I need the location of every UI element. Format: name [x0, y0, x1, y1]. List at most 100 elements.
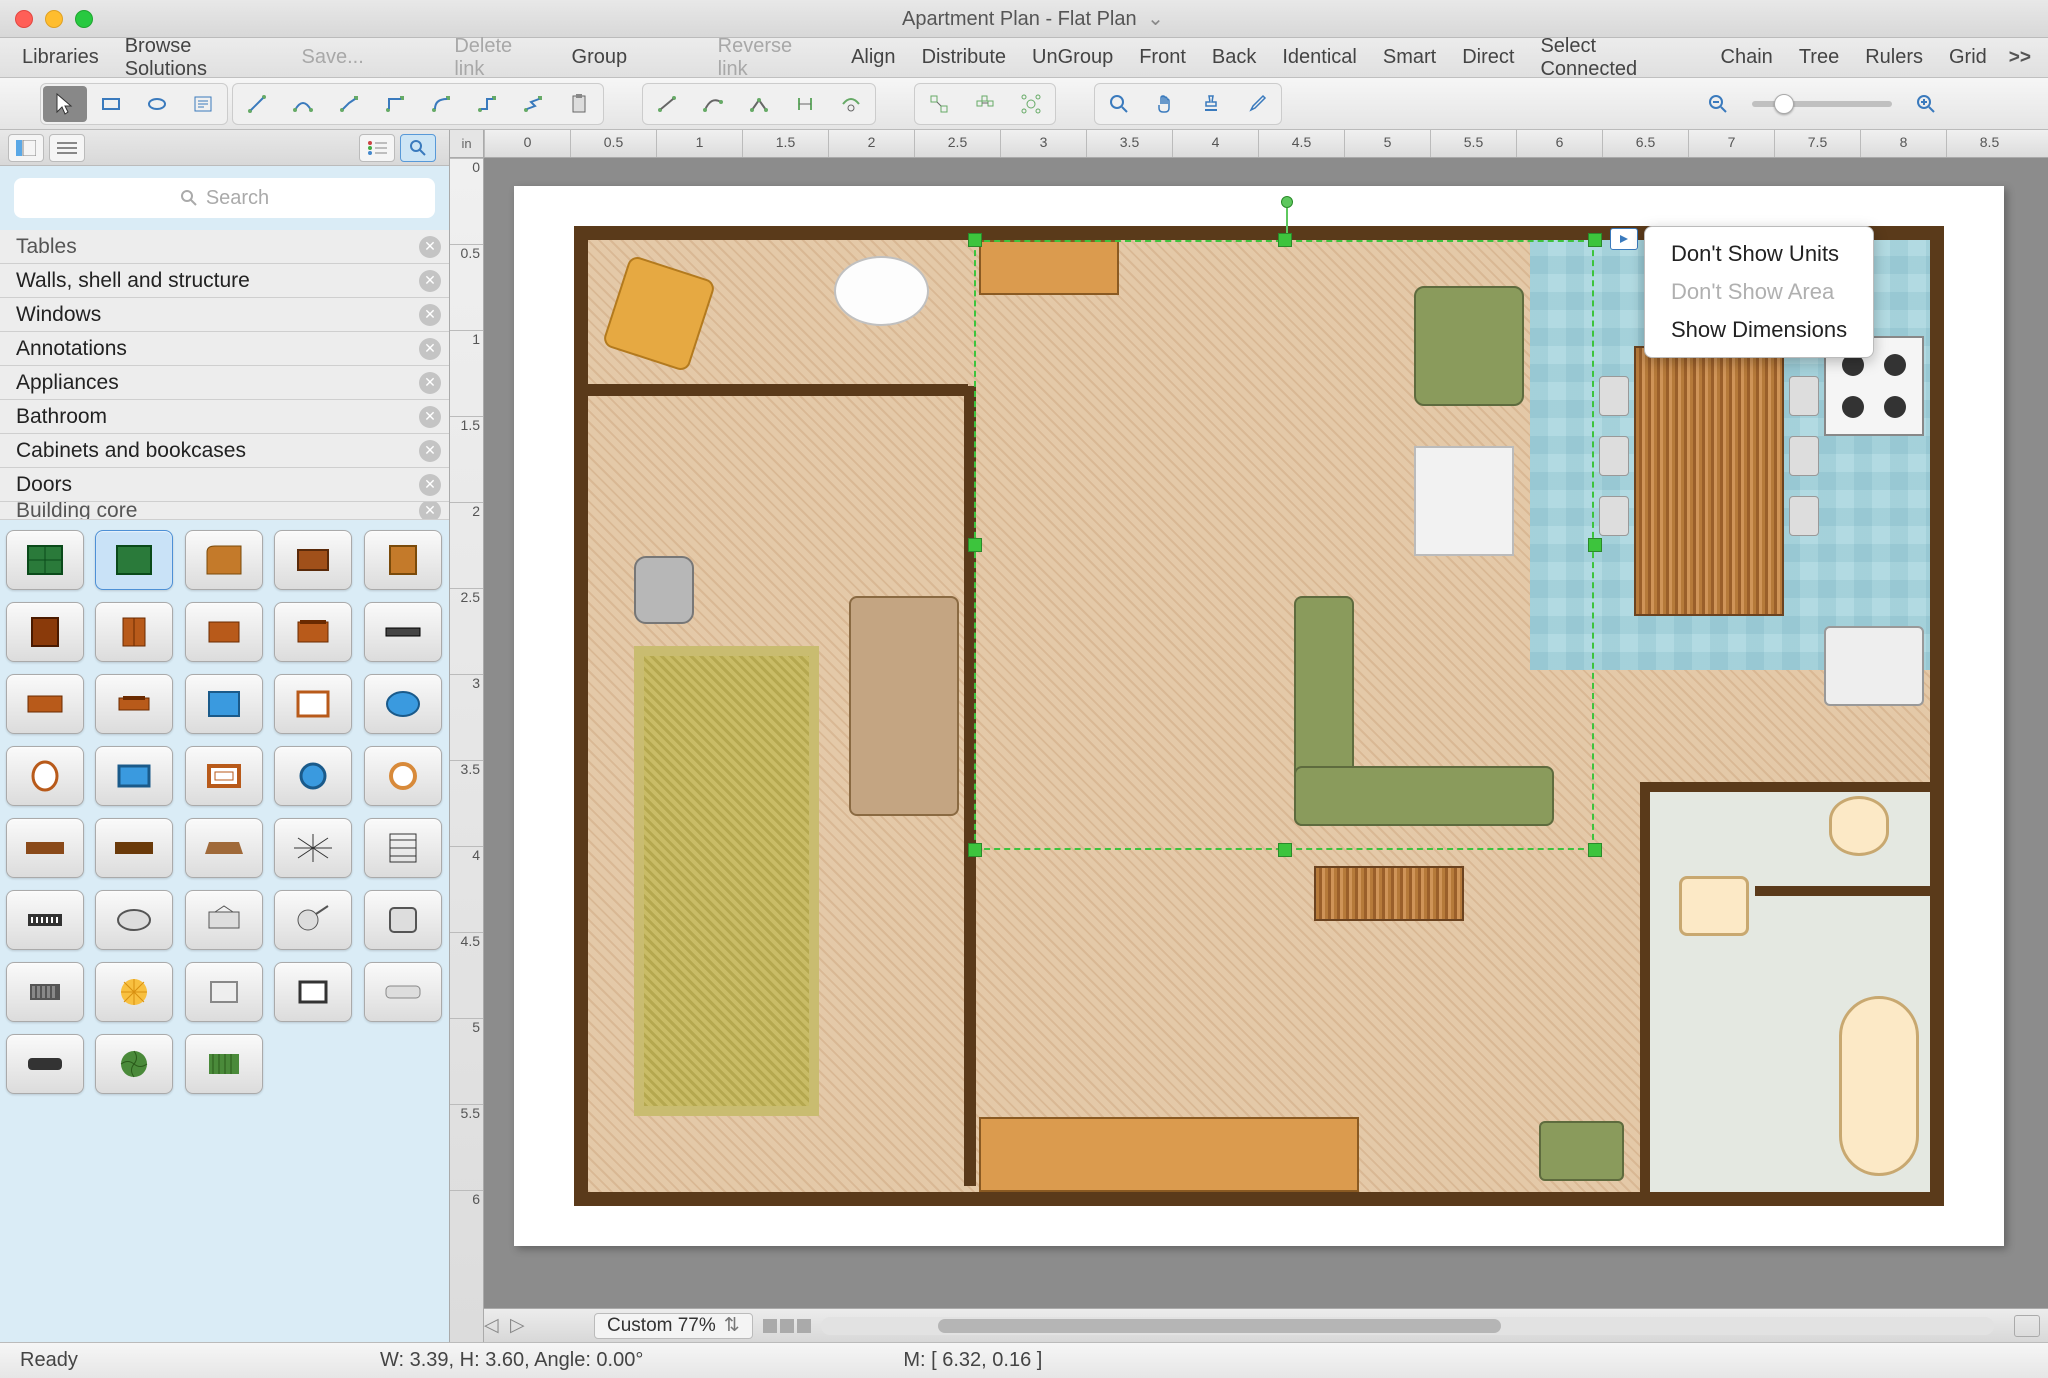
connector-tool-3[interactable] [419, 86, 463, 122]
page-thumb[interactable] [780, 1319, 794, 1333]
category-item[interactable]: Tables✕ [0, 230, 449, 264]
shape-palette-item[interactable] [185, 962, 263, 1022]
category-item[interactable]: Walls, shell and structure✕ [0, 264, 449, 298]
shape-palette-item[interactable] [274, 602, 352, 662]
category-close-icon[interactable]: ✕ [419, 502, 441, 520]
menu-show-dimensions[interactable]: Show Dimensions [1645, 311, 1873, 349]
category-close-icon[interactable]: ✕ [419, 372, 441, 394]
connector-tool-1[interactable] [327, 86, 371, 122]
shape-palette-item[interactable] [185, 530, 263, 590]
menu-identical[interactable]: Identical [1272, 42, 1367, 73]
menu-delete-link[interactable]: Delete link [444, 31, 555, 85]
layout-tool-1[interactable] [917, 86, 961, 122]
menu-chain[interactable]: Chain [1711, 42, 1783, 73]
shape-palette-item[interactable] [95, 1034, 173, 1094]
arc-tool[interactable] [281, 86, 325, 122]
text-tool[interactable] [181, 86, 225, 122]
category-close-icon[interactable]: ✕ [419, 474, 441, 496]
close-window-button[interactable] [15, 10, 33, 28]
shape-palette-item[interactable] [364, 890, 442, 950]
category-close-icon[interactable]: ✕ [419, 304, 441, 326]
horizontal-ruler[interactable]: 00.511.522.533.544.555.566.577.588.5 [484, 130, 2048, 158]
shape-palette-item[interactable] [185, 674, 263, 734]
shape-palette-item[interactable] [274, 530, 352, 590]
menu-grid[interactable]: Grid [1939, 42, 1997, 73]
menu-reverse-link[interactable]: Reverse link [708, 31, 835, 85]
shape-palette-item[interactable] [95, 746, 173, 806]
menu-browse-solutions[interactable]: Browse Solutions [115, 31, 286, 85]
sidebar-toggle-2[interactable] [49, 134, 85, 162]
stamp-tool[interactable] [1189, 86, 1233, 122]
category-close-icon[interactable]: ✕ [419, 236, 441, 258]
rectangle-tool[interactable] [89, 86, 133, 122]
shape-palette-item[interactable] [6, 962, 84, 1022]
menu-ungroup[interactable]: UnGroup [1022, 42, 1123, 73]
shape-palette-item[interactable] [274, 674, 352, 734]
layout-tool-3[interactable] [1009, 86, 1053, 122]
zoom-slider-thumb[interactable] [1774, 94, 1794, 114]
sidebar-search-view[interactable] [400, 134, 436, 162]
category-close-icon[interactable]: ✕ [419, 338, 441, 360]
shape-palette-item[interactable] [364, 602, 442, 662]
line-tool[interactable] [235, 86, 279, 122]
category-item[interactable]: Doors✕ [0, 468, 449, 502]
category-item[interactable]: Appliances✕ [0, 366, 449, 400]
magnifier-tool[interactable] [1097, 86, 1141, 122]
shape-palette-item[interactable] [364, 818, 442, 878]
menu-direct[interactable]: Direct [1452, 42, 1524, 73]
drawing-page[interactable]: Don't Show Units Don't Show Area Show Di… [514, 186, 2004, 1246]
category-item[interactable]: Building core✕ [0, 502, 449, 520]
menu-distribute[interactable]: Distribute [912, 42, 1016, 73]
menu-tree[interactable]: Tree [1789, 42, 1849, 73]
maximize-window-button[interactable] [75, 10, 93, 28]
view-options-icon[interactable] [2014, 1315, 2040, 1337]
canvas-viewport[interactable]: Don't Show Units Don't Show Area Show Di… [484, 158, 2048, 1308]
page-thumb[interactable] [797, 1319, 811, 1333]
shape-palette-item[interactable] [6, 530, 84, 590]
floor-plan[interactable] [574, 226, 1944, 1206]
shape-palette-item[interactable] [6, 674, 84, 734]
pointer-tool[interactable] [43, 86, 87, 122]
shape-palette-item[interactable] [185, 1034, 263, 1094]
path-tool-1[interactable] [645, 86, 689, 122]
path-tool-2[interactable] [691, 86, 735, 122]
shape-palette-item[interactable] [95, 962, 173, 1022]
ellipse-tool[interactable] [135, 86, 179, 122]
shape-palette-item[interactable] [95, 602, 173, 662]
menu-dont-show-units[interactable]: Don't Show Units [1645, 235, 1873, 273]
title-dropdown-icon[interactable]: ⌄ [1147, 8, 1164, 30]
shape-palette-item[interactable] [364, 530, 442, 590]
category-item[interactable]: Windows✕ [0, 298, 449, 332]
shape-palette-item[interactable] [95, 530, 173, 590]
shape-palette-item[interactable] [364, 674, 442, 734]
category-close-icon[interactable]: ✕ [419, 440, 441, 462]
smart-tag-button[interactable] [1610, 228, 1638, 250]
sidebar-toggle-1[interactable] [8, 134, 44, 162]
shape-palette-item[interactable] [185, 890, 263, 950]
vertical-ruler[interactable]: 00.511.522.533.544.555.56 [450, 158, 484, 1342]
connector-tool-2[interactable] [373, 86, 417, 122]
menu-save[interactable]: Save... [292, 42, 374, 73]
shape-palette-item[interactable] [185, 818, 263, 878]
zoom-out-button[interactable] [1696, 86, 1740, 122]
category-item[interactable]: Cabinets and bookcases✕ [0, 434, 449, 468]
page-next-icon[interactable]: ▷ [510, 1314, 534, 1338]
layout-tool-2[interactable] [963, 86, 1007, 122]
menu-front[interactable]: Front [1129, 42, 1196, 73]
sidebar-list-view[interactable] [359, 134, 395, 162]
shape-palette-item[interactable] [95, 674, 173, 734]
path-tool-4[interactable] [783, 86, 827, 122]
shape-palette-item[interactable] [185, 602, 263, 662]
shape-palette-item[interactable] [364, 746, 442, 806]
shape-palette-item[interactable] [6, 746, 84, 806]
clipboard-tool[interactable] [557, 86, 601, 122]
menu-group[interactable]: Group [562, 42, 638, 73]
page-thumb[interactable] [763, 1319, 777, 1333]
scrollbar-thumb[interactable] [938, 1319, 1501, 1333]
menu-align[interactable]: Align [841, 42, 905, 73]
category-item[interactable]: Annotations✕ [0, 332, 449, 366]
shape-palette-item[interactable] [6, 1034, 84, 1094]
hand-tool[interactable] [1143, 86, 1187, 122]
zoom-slider[interactable] [1752, 101, 1892, 107]
menu-select-connected[interactable]: Select Connected [1530, 31, 1704, 85]
